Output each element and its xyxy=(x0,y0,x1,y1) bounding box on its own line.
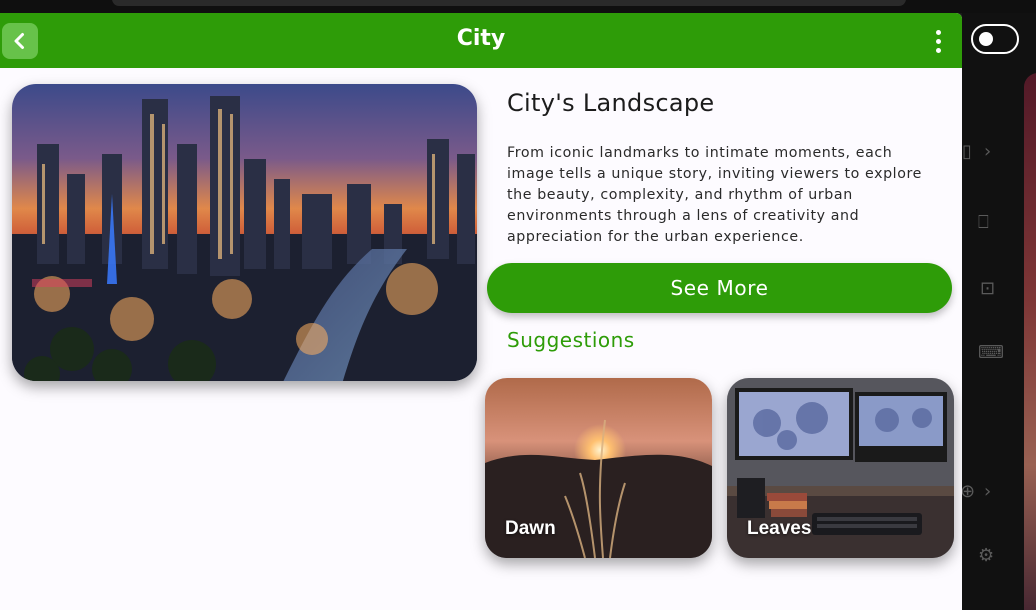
suggestion-card-leaves[interactable]: Leaves xyxy=(727,378,954,558)
app-window: City City's Landscape From iconic landma… xyxy=(0,13,962,610)
hero-image xyxy=(12,84,477,381)
grid-icon[interactable]: ⊡ xyxy=(980,279,995,299)
browser-top-strip xyxy=(0,0,1036,13)
side-panel xyxy=(962,13,1036,610)
settings-icon[interactable]: ⚙ xyxy=(978,546,994,566)
page-title: City xyxy=(456,26,506,51)
see-more-button[interactable]: See More xyxy=(487,263,952,313)
section-heading: City's Landscape xyxy=(507,89,715,117)
more-vertical-icon xyxy=(935,29,941,35)
city-skyline-illustration xyxy=(12,84,477,381)
toggle-knob xyxy=(979,32,993,46)
description-text: From iconic landmarks to intimate moment… xyxy=(507,145,922,245)
chevron-right-icon: › xyxy=(984,481,992,502)
suggestion-card-dawn[interactable]: Dawn xyxy=(485,378,712,558)
keyboard-icon[interactable]: ⌨ xyxy=(978,343,1004,363)
suggestion-label: Leaves xyxy=(747,518,812,539)
more-menu-button[interactable] xyxy=(926,26,950,56)
globe-icon[interactable]: ⊕ xyxy=(960,482,975,502)
vibrate-icon[interactable]: ⎕ xyxy=(978,213,989,233)
suggestion-label: Dawn xyxy=(505,518,556,539)
chevron-right-icon: › xyxy=(984,141,992,162)
suggestions-heading: Suggestions xyxy=(507,328,635,352)
wallpaper-edge xyxy=(1024,73,1036,610)
browser-address-pill xyxy=(112,0,906,6)
theme-toggle[interactable] xyxy=(971,24,1019,54)
app-bar: City xyxy=(0,13,962,68)
tablet-icon[interactable]: ▯ xyxy=(962,142,972,162)
